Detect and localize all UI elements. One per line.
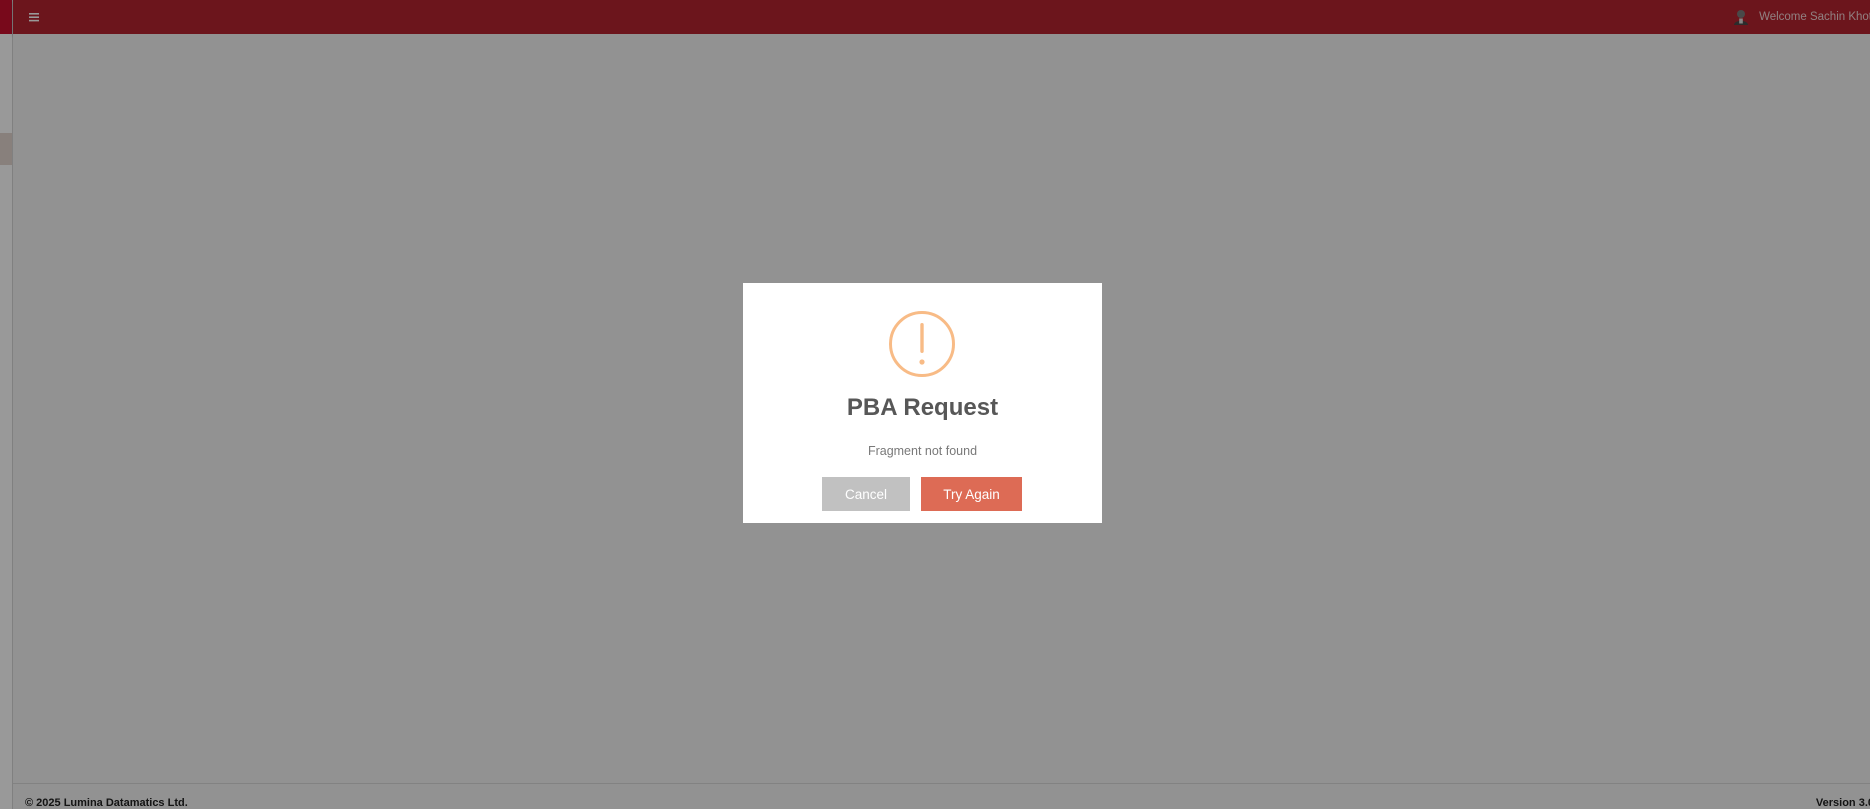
app-window: Welcome Sachin Khot © 2025 Lumina Datama… <box>0 0 1870 809</box>
try-again-button[interactable]: Try Again <box>921 477 1022 511</box>
dialog-title: PBA Request <box>846 394 999 421</box>
cancel-button[interactable]: Cancel <box>822 477 910 511</box>
warning-icon <box>888 310 956 378</box>
alert-dialog: PBA Request Fragment not found Cancel Tr… <box>743 283 1102 523</box>
dialog-message: Fragment not found <box>867 444 978 458</box>
